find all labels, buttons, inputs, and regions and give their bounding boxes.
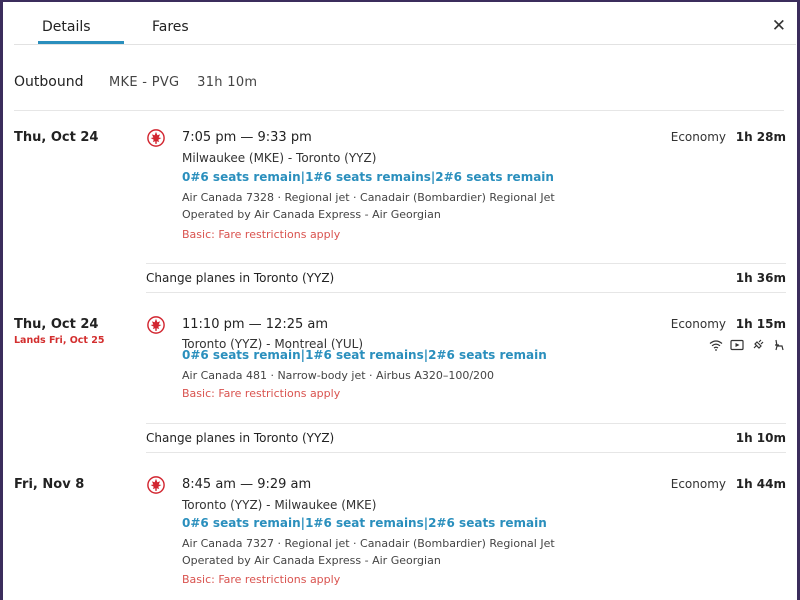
fare-restrictions-link[interactable]: Basic: Fare restrictions apply: [182, 573, 340, 586]
outbound-duration: 31h 10m: [197, 75, 258, 90]
outbound-route-codes: MKE - PVG: [109, 75, 180, 90]
layover-text: Change planes in Toronto (YYZ): [146, 271, 335, 285]
segment-times: 11:10 pm — 12:25 am: [182, 317, 329, 332]
tab-bar: Details Fares: [14, 14, 796, 45]
outbound-summary: Outbound MKE - PVG 31h 10m: [14, 74, 784, 111]
tab-details[interactable]: Details: [42, 19, 91, 35]
flight-info: Air Canada 481 · Narrow-body jet · Airbu…: [182, 369, 495, 382]
segment-times: 8:45 am — 9:29 am: [182, 477, 312, 492]
outbound-route: MKE - PVG 31h 10m: [109, 75, 257, 90]
flight-info: Air Canada 7328 · Regional jet · Canadai…: [182, 191, 555, 204]
video-icon: [730, 339, 744, 351]
seats-remaining: 0#6 seats remain|1#6 seat remains|2#6 se…: [182, 516, 547, 530]
fare-restrictions-link[interactable]: Basic: Fare restrictions apply: [182, 228, 340, 241]
layover-duration: 1h 10m: [735, 431, 786, 445]
cabin-class: Economy: [670, 130, 726, 144]
power-icon: [753, 339, 764, 349]
seat-icon: [775, 339, 784, 351]
fare-restrictions-link[interactable]: Basic: Fare restrictions apply: [182, 387, 340, 400]
outbound-label: Outbound: [14, 74, 84, 90]
layover-text: Change planes in Toronto (YYZ): [146, 431, 335, 445]
flight-segment: Fri, Nov 8 8:45 am — 9:29 am Toronto (YY…: [14, 476, 786, 592]
active-tab-indicator: [38, 41, 124, 44]
amenities: [709, 339, 786, 351]
seats-remaining: 0#6 seats remain|1#6 seat remains|2#6 se…: [182, 348, 547, 362]
segment-route: Milwaukee (MKE) - Toronto (YYZ): [182, 151, 377, 165]
segment-date: Fri, Nov 8: [14, 477, 85, 492]
close-icon[interactable]: ✕: [772, 16, 786, 36]
operated-by: Operated by Air Canada Express - Air Geo…: [182, 208, 441, 221]
window-frame-top: [0, 0, 800, 2]
air-canada-logo-icon: [147, 316, 165, 334]
layover-row: Change planes in Toronto (YYZ) 1h 10m: [146, 423, 786, 453]
wifi-icon: [709, 340, 723, 351]
tab-fares[interactable]: Fares: [152, 19, 189, 35]
segment-duration: 1h 15m: [735, 317, 786, 331]
window-frame-left: [0, 0, 3, 600]
flight-info: Air Canada 7327 · Regional jet · Canadai…: [182, 537, 555, 550]
segment-duration: 1h 28m: [735, 130, 786, 144]
layover-row: Change planes in Toronto (YYZ) 1h 36m: [146, 263, 786, 293]
cabin-class: Economy: [670, 477, 726, 491]
segment-duration: 1h 44m: [735, 477, 786, 491]
flight-segment: Thu, Oct 24 Lands Fri, Oct 25 11:10 pm —…: [14, 316, 786, 412]
segment-date: Thu, Oct 24: [14, 130, 99, 145]
segment-date: Thu, Oct 24: [14, 317, 99, 332]
operated-by: Operated by Air Canada Express - Air Geo…: [182, 554, 441, 567]
air-canada-logo-icon: [147, 476, 165, 494]
lands-next-day: Lands Fri, Oct 25: [14, 335, 105, 346]
flight-segment: Thu, Oct 24 7:05 pm — 9:33 pm Milwaukee …: [14, 129, 786, 245]
segment-times: 7:05 pm — 9:33 pm: [182, 130, 312, 145]
air-canada-logo-icon: [147, 129, 165, 147]
segment-route: Toronto (YYZ) - Milwaukee (MKE): [182, 498, 377, 512]
seats-remaining: 0#6 seats remain|1#6 seats remains|2#6 s…: [182, 170, 554, 184]
layover-duration: 1h 36m: [735, 271, 786, 285]
cabin-class: Economy: [670, 317, 726, 331]
